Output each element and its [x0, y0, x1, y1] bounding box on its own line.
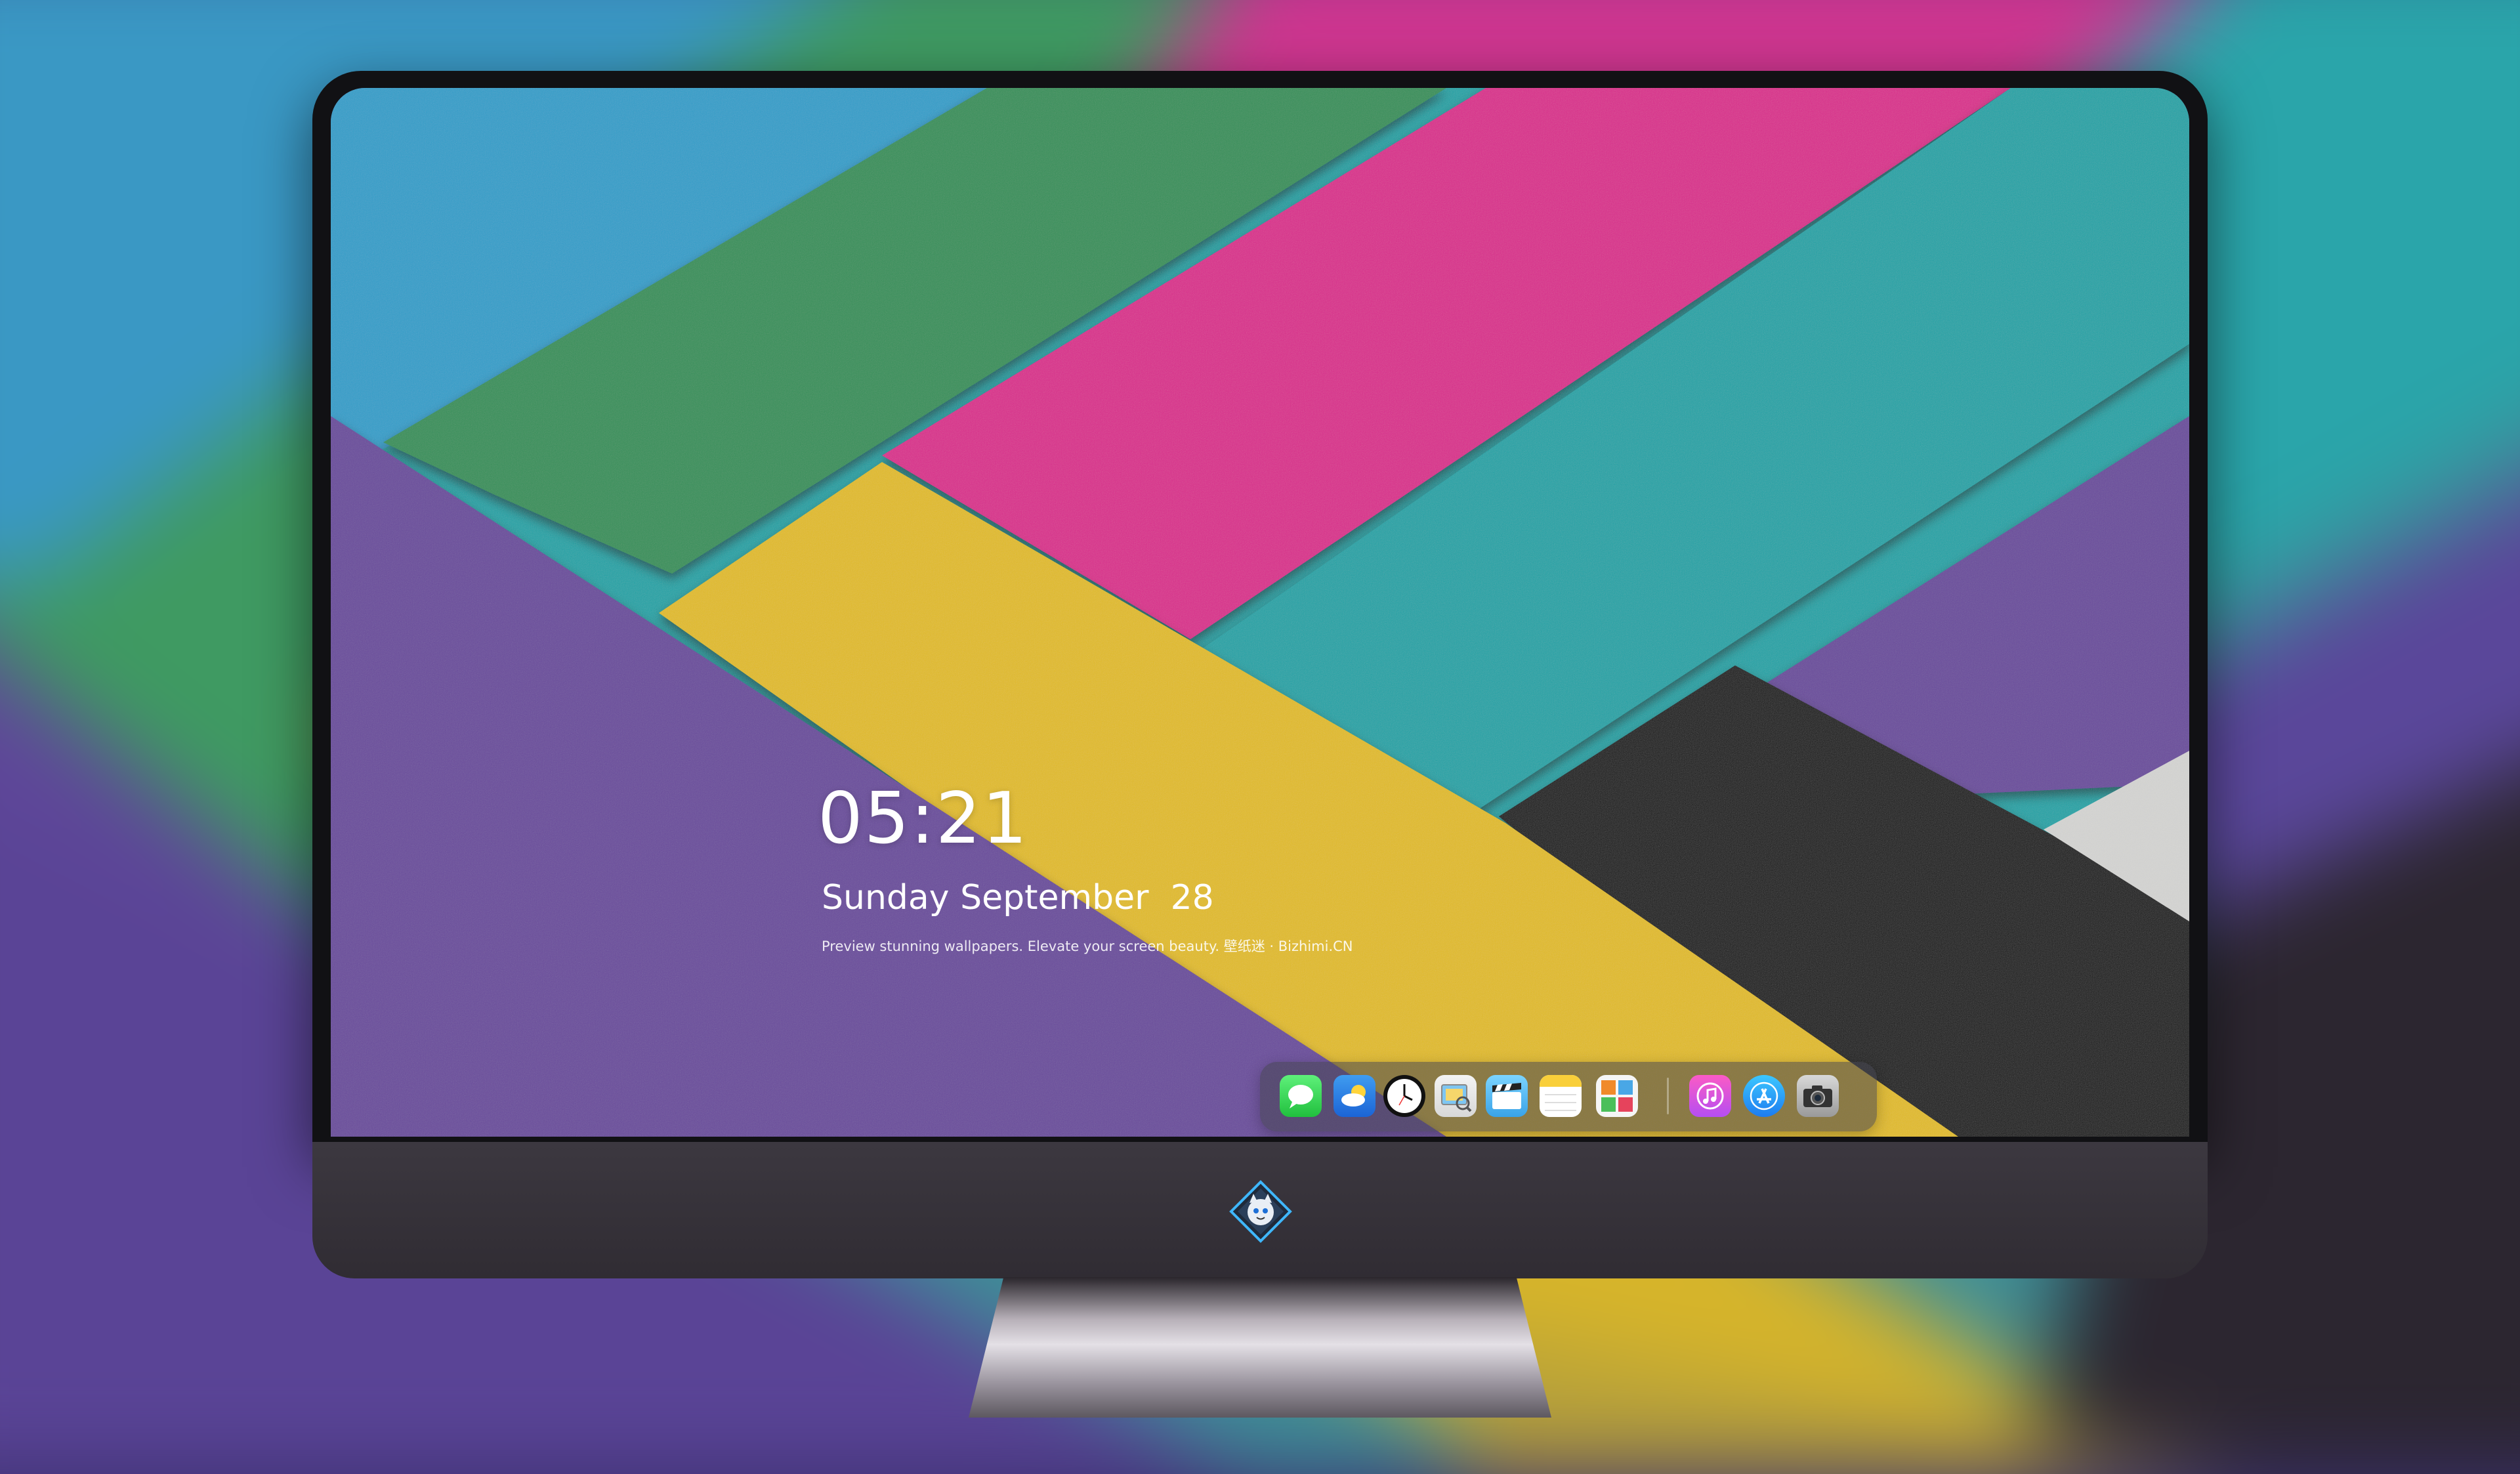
monitor-bezel: 05:21 Sunday September 28 Preview stunni…: [312, 71, 2208, 1147]
dock-separator: [1667, 1078, 1669, 1114]
monitor-stand: [969, 1277, 1551, 1418]
messages-icon[interactable]: [1280, 1075, 1322, 1117]
lock-clock: 05:21: [818, 778, 1029, 860]
app-store-icon[interactable]: [1743, 1075, 1785, 1117]
preview-icon[interactable]: [1435, 1075, 1477, 1117]
chin-logo-icon: [1228, 1179, 1293, 1244]
lock-date: Sunday September 28: [822, 878, 1214, 917]
music-icon[interactable]: [1689, 1075, 1731, 1117]
weather-icon[interactable]: [1334, 1075, 1376, 1117]
monitor-chin: [312, 1142, 2208, 1278]
wallpaper: [331, 88, 2189, 1137]
monitor: 05:21 Sunday September 28 Preview stunni…: [312, 71, 2208, 1278]
dock: [1260, 1062, 1877, 1131]
notes-icon[interactable]: [1540, 1075, 1582, 1117]
clips-icon[interactable]: [1486, 1075, 1528, 1117]
lock-tagline: Preview stunning wallpapers. Elevate you…: [822, 938, 1353, 954]
photo-booth-icon[interactable]: [1596, 1075, 1638, 1117]
screen: 05:21 Sunday September 28 Preview stunni…: [331, 88, 2189, 1137]
clock-icon[interactable]: [1383, 1075, 1425, 1117]
camera-icon[interactable]: [1797, 1075, 1839, 1117]
